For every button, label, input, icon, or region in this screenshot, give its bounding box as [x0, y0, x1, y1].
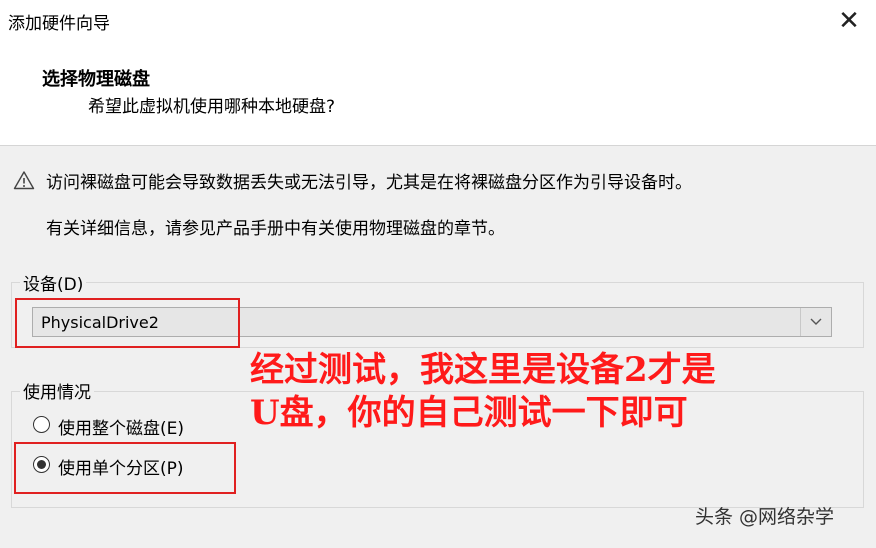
window-title: 添加硬件向导 [8, 14, 110, 34]
annotation-box-device [15, 298, 240, 348]
radio-entire-disk-label: 使用整个磁盘(E) [58, 419, 185, 439]
close-icon: ✕ [838, 6, 860, 36]
header-subtitle: 希望此虚拟机使用哪种本地硬盘? [88, 97, 336, 117]
device-group-label: 设备(D) [20, 270, 87, 295]
radio-entire-disk[interactable]: 使用整个磁盘(E) [33, 414, 233, 439]
watermark: 头条 @网络杂学 [695, 506, 835, 528]
usage-group-label: 使用情况 [20, 378, 94, 403]
chevron-down-icon[interactable] [800, 308, 831, 336]
title-bar: 添加硬件向导 ✕ [0, 0, 876, 42]
wizard-header: 选择物理磁盘 希望此虚拟机使用哪种本地硬盘? [0, 42, 876, 146]
warning-text: 访问裸磁盘可能会导致数据丢失或无法引导，尤其是在将裸磁盘分区作为引导设备时。 [46, 173, 692, 193]
annotation-box-partition [14, 442, 236, 494]
info-text: 有关详细信息，请参见产品手册中有关使用物理磁盘的章节。 [46, 219, 505, 239]
warning-triangle-icon [13, 171, 35, 190]
annotation-line-2: U盘，你的自己测试一下即可 [250, 393, 688, 433]
close-button[interactable]: ✕ [832, 4, 866, 38]
annotation-line-1: 经过测试，我这里是设备2才是 [250, 350, 716, 390]
header-title: 选择物理磁盘 [42, 69, 150, 90]
radio-unchecked-icon [33, 416, 50, 433]
